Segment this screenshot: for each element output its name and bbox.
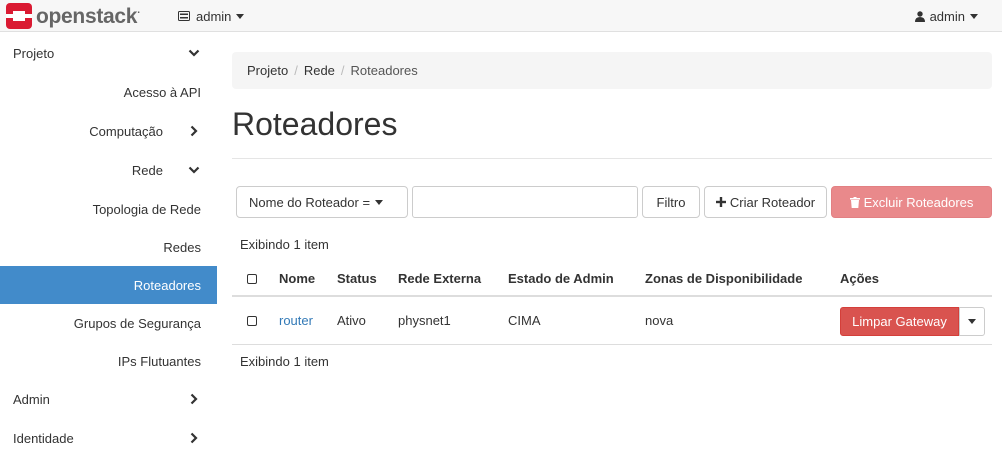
sidebar-item-networks[interactable]: Redes: [0, 228, 217, 266]
create-router-label: Criar Roteador: [729, 194, 816, 210]
trash-icon: [849, 196, 860, 208]
chevron-right-icon: [190, 393, 198, 405]
caret-down-icon: [968, 319, 976, 324]
breadcrumb-separator: /: [340, 63, 345, 78]
router-availability-zone: nova: [645, 313, 674, 328]
column-header-availability-zones[interactable]: Zonas de Disponibilidade: [645, 262, 802, 295]
brand[interactable]: openstack.: [6, 2, 140, 30]
caret-down-icon: [375, 199, 384, 205]
title-divider: [232, 158, 992, 159]
column-header-name[interactable]: Nome: [279, 262, 315, 295]
sidebar-item-label: IPs Flutuantes: [117, 353, 201, 369]
caret-down-icon: [236, 13, 245, 19]
column-header-external-network[interactable]: Rede Externa: [398, 262, 481, 295]
row-checkbox[interactable]: [247, 315, 257, 326]
caret-down-icon: [970, 13, 978, 19]
breadcrumb-separator: /: [294, 63, 298, 78]
brand-name: openstack.: [36, 4, 140, 28]
sidebar-item-label: Computação: [89, 123, 163, 139]
user-icon: [914, 10, 925, 22]
router-name-link[interactable]: router: [279, 297, 313, 344]
sidebar-item-api-access[interactable]: Acesso à API: [0, 73, 217, 111]
sidebar-item-label: Admin: [13, 391, 50, 407]
sidebar-item-admin[interactable]: Admin: [0, 380, 217, 418]
sidebar-item-label: Redes: [163, 239, 201, 255]
chevron-right-icon: [190, 125, 198, 137]
chevron-down-icon: [188, 49, 200, 57]
sidebar-item-label: Grupos de Segurança: [73, 315, 201, 331]
chevron-right-icon: [190, 432, 198, 444]
clear-gateway-button[interactable]: Limpar Gateway: [840, 307, 959, 336]
sidebar-item-compute[interactable]: Computação: [0, 112, 217, 150]
page-title: Roteadores: [232, 106, 398, 142]
sidebar-item-label: Rede: [131, 162, 163, 178]
sidebar-item-projeto[interactable]: Projeto: [0, 34, 217, 72]
chevron-down-icon: [188, 166, 200, 174]
filter-field-dropdown[interactable]: Nome do Roteador =: [236, 186, 408, 218]
project-selector[interactable]: admin: [178, 0, 245, 32]
sidebar-item-identity[interactable]: Identidade: [0, 419, 217, 457]
sidebar-item-label: Identidade: [13, 430, 74, 446]
openstack-logo-icon: [6, 3, 32, 29]
sidebar-item-network-topology[interactable]: Topologia de Rede: [0, 190, 217, 228]
sidebar-item-label: Topologia de Rede: [92, 201, 201, 217]
filter-input[interactable]: [412, 186, 638, 218]
user-menu-label: admin: [929, 8, 965, 24]
filter-field-label: Nome do Roteador =: [249, 194, 371, 210]
create-router-button[interactable]: Criar Roteador: [704, 186, 827, 218]
brand-mark: .: [137, 4, 140, 16]
select-all-cell: [247, 262, 257, 295]
delete-routers-button[interactable]: Excluir Roteadores: [831, 186, 992, 218]
plus-icon: [715, 197, 726, 207]
router-external-network: physnet1: [398, 313, 451, 328]
user-menu[interactable]: admin: [914, 0, 978, 32]
sidebar-item-security-groups[interactable]: Grupos de Segurança: [0, 304, 217, 342]
breadcrumb-item-projeto[interactable]: Projeto: [247, 63, 288, 78]
select-all-checkbox[interactable]: [247, 273, 257, 284]
column-header-admin-state[interactable]: Estado de Admin: [508, 262, 614, 295]
breadcrumb: Projeto / Rede / Roteadores: [232, 52, 992, 89]
sidebar-item-label: Roteadores: [133, 277, 201, 293]
breadcrumb-item-rede[interactable]: Rede: [304, 63, 335, 78]
column-header-actions: Ações: [840, 271, 880, 286]
table-header: Nome Status Rede Externa Estado de Admin…: [232, 262, 992, 297]
sidebar-item-label: Acesso à API: [123, 84, 201, 100]
router-admin-state: CIMA: [508, 313, 541, 328]
sidebar-item-floating-ips[interactable]: IPs Flutuantes: [0, 342, 217, 380]
row-actions-dropdown-toggle[interactable]: [959, 307, 985, 336]
column-header-status[interactable]: Status: [337, 262, 377, 295]
sidebar-item-routers[interactable]: Roteadores: [0, 266, 217, 304]
server-icon: [178, 11, 190, 21]
filter-button[interactable]: Filtro: [642, 186, 700, 218]
delete-routers-label: Excluir Roteadores: [863, 194, 974, 210]
top-navbar: openstack. admin admin: [0, 0, 1002, 32]
sidebar-item-network[interactable]: Rede: [0, 151, 217, 189]
item-count-top: Exibindo 1 item: [240, 237, 329, 252]
breadcrumb-item-current: Roteadores: [350, 63, 418, 78]
router-status: Ativo: [337, 313, 366, 328]
sidebar-item-label: Projeto: [13, 45, 55, 61]
brand-name-text: openstack: [36, 4, 138, 28]
item-count-bottom: Exibindo 1 item: [240, 354, 329, 369]
row-select-cell: [247, 297, 257, 344]
project-selector-label: admin: [196, 8, 232, 24]
